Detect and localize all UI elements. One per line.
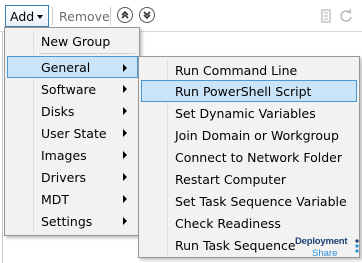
submenu-item-check-readiness[interactable]: Check Readiness: [141, 212, 357, 234]
menu-item-label: Drivers: [41, 169, 86, 185]
menu-item-general[interactable]: General: [7, 56, 138, 78]
submenu-item-label: Check Readiness: [175, 215, 281, 231]
menu-item-images[interactable]: Images: [7, 144, 137, 166]
submenu-item-label: Run Command Line: [175, 62, 298, 78]
general-submenu: Run Command Line Run PowerShell Script S…: [138, 56, 360, 258]
move-down-icon[interactable]: [139, 7, 155, 23]
menu-item-mdt[interactable]: MDT: [7, 188, 137, 210]
chevron-right-icon: [123, 217, 127, 225]
menu-separator: [39, 53, 135, 54]
chevron-right-icon: [123, 129, 127, 137]
remove-button-label: Remove: [59, 8, 110, 24]
chevron-right-icon: [123, 173, 127, 181]
menu-item-label: Disks: [41, 103, 75, 119]
submenu-item-label: Run Task Sequence: [175, 237, 296, 253]
menu-item-settings[interactable]: Settings: [7, 210, 137, 232]
add-button[interactable]: Add: [5, 5, 49, 27]
menu-item-disks[interactable]: Disks: [7, 100, 137, 122]
chevron-right-icon: [123, 107, 127, 115]
refresh-icon[interactable]: [338, 8, 354, 24]
menu-item-label: New Group: [41, 33, 111, 49]
menu-item-label: User State: [41, 125, 107, 141]
chevron-right-icon: [123, 85, 127, 93]
submenu-item-label: Set Task Sequence Variable: [175, 193, 347, 209]
logo-dots-icon: [355, 239, 359, 253]
menu-item-label: General: [41, 59, 91, 75]
submenu-item-label: Run PowerShell Script: [175, 83, 312, 99]
submenu-item-label: Restart Computer: [175, 171, 287, 187]
chevron-right-icon: [123, 64, 127, 72]
submenu-item-set-dynamic-variables[interactable]: Set Dynamic Variables: [141, 102, 357, 124]
submenu-item-run-powershell-script[interactable]: Run PowerShell Script: [141, 80, 357, 102]
menu-item-label: Software: [41, 81, 97, 97]
logo-line2: Share: [312, 248, 338, 259]
submenu-item-join-domain[interactable]: Join Domain or Workgroup: [141, 124, 357, 146]
menu-item-label: Settings: [41, 213, 93, 229]
move-up-icon[interactable]: [117, 7, 133, 23]
menu-item-software[interactable]: Software: [7, 78, 137, 100]
submenu-item-label: Set Dynamic Variables: [175, 105, 316, 121]
deploymentshare-logo: Deployment Share: [292, 236, 362, 262]
submenu-item-label: Connect to Network Folder: [175, 149, 342, 165]
submenu-item-connect-network-folder[interactable]: Connect to Network Folder: [141, 146, 357, 168]
chevron-down-icon: [37, 15, 43, 19]
add-menu: New Group General Software Disks User St…: [4, 27, 140, 236]
chevron-right-icon: [123, 195, 127, 203]
logo-line1: Deployment: [295, 236, 348, 247]
submenu-item-run-command-line[interactable]: Run Command Line: [141, 59, 357, 81]
toolbar-divider: [110, 7, 111, 25]
submenu-item-set-task-sequence-variable[interactable]: Set Task Sequence Variable: [141, 190, 357, 212]
menu-item-user-state[interactable]: User State: [7, 122, 137, 144]
chevron-right-icon: [123, 151, 127, 159]
add-button-label: Add: [10, 8, 35, 24]
menu-item-new-group[interactable]: New Group: [7, 30, 137, 52]
properties-icon[interactable]: [318, 8, 334, 24]
menu-item-label: Images: [41, 147, 87, 163]
toolbar-divider: [52, 7, 53, 25]
remove-button[interactable]: Remove: [57, 5, 110, 27]
menu-item-label: MDT: [41, 191, 70, 207]
submenu-item-label: Join Domain or Workgroup: [175, 127, 339, 143]
submenu-item-restart-computer[interactable]: Restart Computer: [141, 168, 357, 190]
menu-item-drivers[interactable]: Drivers: [7, 166, 137, 188]
